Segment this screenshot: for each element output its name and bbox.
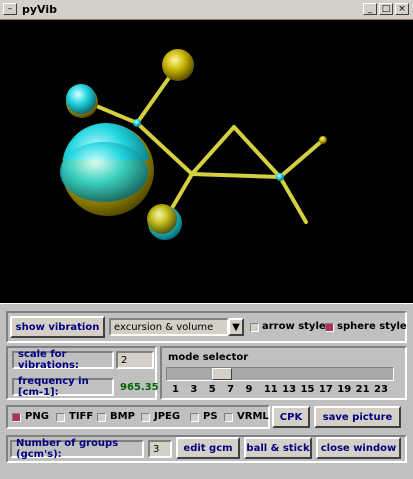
minimize-button[interactable]: _ (363, 3, 377, 15)
mode-tick-label: 5 (208, 384, 216, 395)
edit-gcm-button[interactable]: edit gcm (176, 437, 240, 459)
mode-tick-label: 3 (190, 384, 198, 395)
atom-small (276, 173, 284, 181)
scale-input[interactable]: 2 (116, 351, 154, 369)
mode-tick-label: 7 (227, 384, 235, 395)
atom-bottom (147, 204, 182, 240)
format-ps-checkbox[interactable] (190, 413, 199, 422)
atom-left (66, 84, 98, 118)
mode-tick-label: 9 (245, 384, 253, 395)
mode-tick-label: 21 (355, 384, 370, 395)
show-vibration-button[interactable]: show vibration (10, 316, 105, 338)
mode-tick-label: 11 (263, 384, 278, 395)
atom-large (60, 123, 154, 216)
format-bmp-checkbox[interactable] (97, 413, 106, 422)
format-bmp-label: BMP (110, 411, 135, 422)
scale-label: scale for vibrations: (12, 349, 114, 371)
bond (278, 138, 325, 179)
format-tiff-checkbox[interactable] (56, 413, 65, 422)
close-window-button[interactable]: close window (316, 437, 401, 459)
format-tiff-label: TIFF (69, 411, 94, 422)
window-menu-button[interactable]: – (3, 3, 17, 15)
style-select[interactable]: excursion & volume (109, 318, 229, 336)
arrow-style-checkbox[interactable] (250, 323, 259, 332)
format-vrml-label: VRML (237, 411, 269, 422)
format-png-checkbox[interactable] (12, 413, 21, 422)
bond (232, 125, 282, 179)
frequency-label: frequency in [cm-1]: (12, 376, 114, 398)
molecule-viewport[interactable] (0, 20, 413, 303)
mode-tick-label: 23 (374, 384, 388, 395)
format-ps-label: PS (203, 411, 218, 422)
atom-small (319, 136, 327, 144)
mode-selector-label: mode selector (168, 352, 249, 363)
close-window-titlebar-button[interactable]: × (395, 3, 409, 15)
ball-stick-button[interactable]: ball & stick (244, 437, 312, 459)
maximize-button[interactable]: □ (379, 3, 393, 15)
mode-tick-label: 15 (300, 384, 315, 395)
format-jpeg-label: JPEG (154, 411, 181, 422)
format-vrml-checkbox[interactable] (224, 413, 233, 422)
cpk-button[interactable]: CPK (272, 406, 310, 428)
mode-tick-label: 19 (337, 384, 352, 395)
sphere-style-label: sphere style (337, 321, 407, 332)
mode-tick-label: 17 (318, 384, 333, 395)
groups-input[interactable]: 3 (148, 440, 172, 458)
atom-top (162, 49, 194, 81)
mode-tick-label: 13 (282, 384, 297, 395)
frequency-value: 965.35 (120, 381, 159, 393)
format-jpeg-checkbox[interactable] (141, 413, 150, 422)
title-bar: – pyVib _ □ × (0, 0, 413, 20)
mode-slider-thumb[interactable] (211, 368, 232, 380)
mode-tick-label: 1 (172, 384, 179, 395)
save-picture-button[interactable]: save picture (314, 406, 401, 428)
sphere-style-checkbox[interactable] (325, 323, 334, 332)
mode-slider-trough[interactable] (166, 367, 394, 381)
bond (190, 172, 282, 179)
bond (278, 175, 308, 224)
groups-label: Number of groups (gcm's): (10, 438, 144, 460)
arrow-style-label: arrow style (262, 321, 326, 332)
format-png-label: PNG (25, 411, 49, 422)
atom-small (133, 119, 141, 127)
window-title: pyVib (22, 3, 58, 16)
bond (190, 125, 236, 176)
molecule-render (60, 49, 327, 240)
chevron-down-icon[interactable]: ▼ (228, 318, 244, 336)
